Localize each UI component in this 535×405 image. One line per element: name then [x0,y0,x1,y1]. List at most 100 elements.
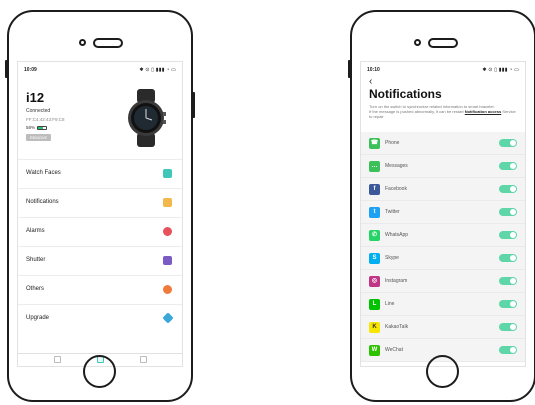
app-row-line: L Line [361,293,525,316]
notification-toggle[interactable] [499,323,517,331]
smartwatch-image [128,89,166,147]
app-label: WhatsApp [385,232,409,238]
tab-activity-icon[interactable] [54,356,61,363]
notifications-screen: 10:10 ✱ ⊙ ▯ ▮▮▮ ◔ ▭ ‹ Notifications Turn… [360,61,526,367]
status-icons: ✱ ⊙ ▯ ▮▮▮ ◔ ▭ [482,67,519,73]
notification-toggle[interactable] [499,277,517,285]
notification-toggle[interactable] [499,300,517,308]
phone-icon: ☎ [369,138,380,149]
back-arrow-icon[interactable]: ‹ [369,76,372,87]
app-row-messages: … Messages [361,155,525,178]
menu-item-notifications[interactable]: Notifications [18,188,182,217]
toggle-knob [510,209,516,215]
menu-item-watch-faces[interactable]: Watch Faces [18,159,182,188]
battery-label: 58% [26,125,36,130]
camera-dot [79,39,86,46]
menu-item-alarms[interactable]: Alarms [18,217,182,246]
wechat-icon: W [369,345,380,356]
app-row-skype: S Skype [361,247,525,270]
menu-label: Watch Faces [26,170,61,176]
connection-status: Connected [26,108,51,114]
status-bar: 10:10 ✱ ⊙ ▯ ▮▮▮ ◔ ▭ [367,67,519,75]
notification-toggle[interactable] [499,231,517,239]
line-icon: L [369,299,380,310]
power-button [192,92,195,118]
app-label: Facebook [385,186,407,192]
menu-label: Others [26,286,45,292]
toggle-knob [510,255,516,261]
page-title: Notifications [369,87,442,101]
notification-toggle[interactable] [499,346,517,354]
app-label: Twitter [385,209,400,215]
battery-fill [38,126,43,129]
app-row-kakaotalk: K KakaoTalk [361,316,525,339]
status-time: 10:09 [24,67,37,73]
menu-label: Alarms [26,228,45,234]
status-time: 10:10 [367,67,380,73]
home-button [426,355,459,388]
device-mac: FF:C4:42:43:F9:C8 [26,117,65,122]
app-row-whatsapp: ✆ WhatsApp [361,224,525,247]
tab-profile-icon[interactable] [140,356,147,363]
app-label: Phone [385,140,400,146]
speaker-grille [428,38,458,48]
app-label: Instagram [385,278,408,284]
skype-icon: S [369,253,380,264]
twitter-icon: t [369,207,380,218]
upgrade-icon [162,312,174,324]
volume-button [348,60,351,78]
gear-icon [163,285,172,294]
remove-button[interactable]: REMOVE [26,134,51,141]
menu-item-shutter[interactable]: Shutter [18,246,182,275]
app-row-phone: ☎ Phone [361,132,525,155]
notification-toggle[interactable] [499,185,517,193]
facebook-icon: f [369,184,380,195]
whatsapp-icon: ✆ [369,230,380,241]
toggle-knob [510,301,516,307]
camera-icon [163,256,172,265]
menu-label: Shutter [26,257,46,263]
speaker-grille [93,38,123,48]
app-row-facebook: f Facebook [361,178,525,201]
battery-row: 58% [26,125,48,130]
messages-icon: … [369,161,380,172]
app-label: Messages [385,163,408,169]
desc-line-2: If the message is pushed abnormally, it … [369,109,519,119]
alarm-icon [163,227,172,236]
kakaotalk-icon: K [369,322,380,333]
notification-access-link[interactable]: Notification access [465,109,501,114]
instagram-icon: ◎ [369,276,380,287]
app-notification-list: ☎ Phone … Messages f Facebook t Twitter ✆ WhatsAp… [361,132,525,362]
phone-frame-left: 10:09 ✱ ⊙ ▯ ▮▮▮ ◔ ▭ i12 Connected FF:C4:… [5,10,195,402]
toggle-knob [510,324,516,330]
menu-label: Notifications [26,199,59,205]
volume-button [5,60,8,78]
app-label: KakaoTalk [385,324,409,330]
notifications-icon [163,198,172,207]
menu-label: Upgrade [26,315,50,321]
battery-icon [37,125,48,130]
status-bar: 10:09 ✱ ⊙ ▯ ▮▮▮ ◔ ▭ [24,67,176,75]
toggle-knob [510,163,516,169]
toggle-knob [510,232,516,238]
app-row-twitter: t Twitter [361,201,525,224]
toggle-knob [510,186,516,192]
toggle-knob [510,140,516,146]
home-button [83,355,116,388]
app-row-instagram: ◎ Instagram [361,270,525,293]
menu-item-others[interactable]: Others [18,275,182,304]
toggle-knob [510,347,516,353]
app-label: Line [385,301,395,307]
watch-faces-icon [163,169,172,178]
notification-toggle[interactable] [499,162,517,170]
app-label: Skype [385,255,399,261]
settings-menu: Watch Faces Notifications Alarms Shutter… [18,159,182,333]
notification-toggle[interactable] [499,139,517,147]
notification-toggle[interactable] [499,208,517,216]
notification-toggle[interactable] [499,254,517,262]
device-name: i12 [26,90,45,105]
menu-item-upgrade[interactable]: Upgrade [18,304,182,333]
notifications-description: Turn on the switch to synchronize relate… [369,104,519,119]
camera-dot [414,39,421,46]
device-screen: 10:09 ✱ ⊙ ▯ ▮▮▮ ◔ ▭ i12 Connected FF:C4:… [17,61,183,367]
